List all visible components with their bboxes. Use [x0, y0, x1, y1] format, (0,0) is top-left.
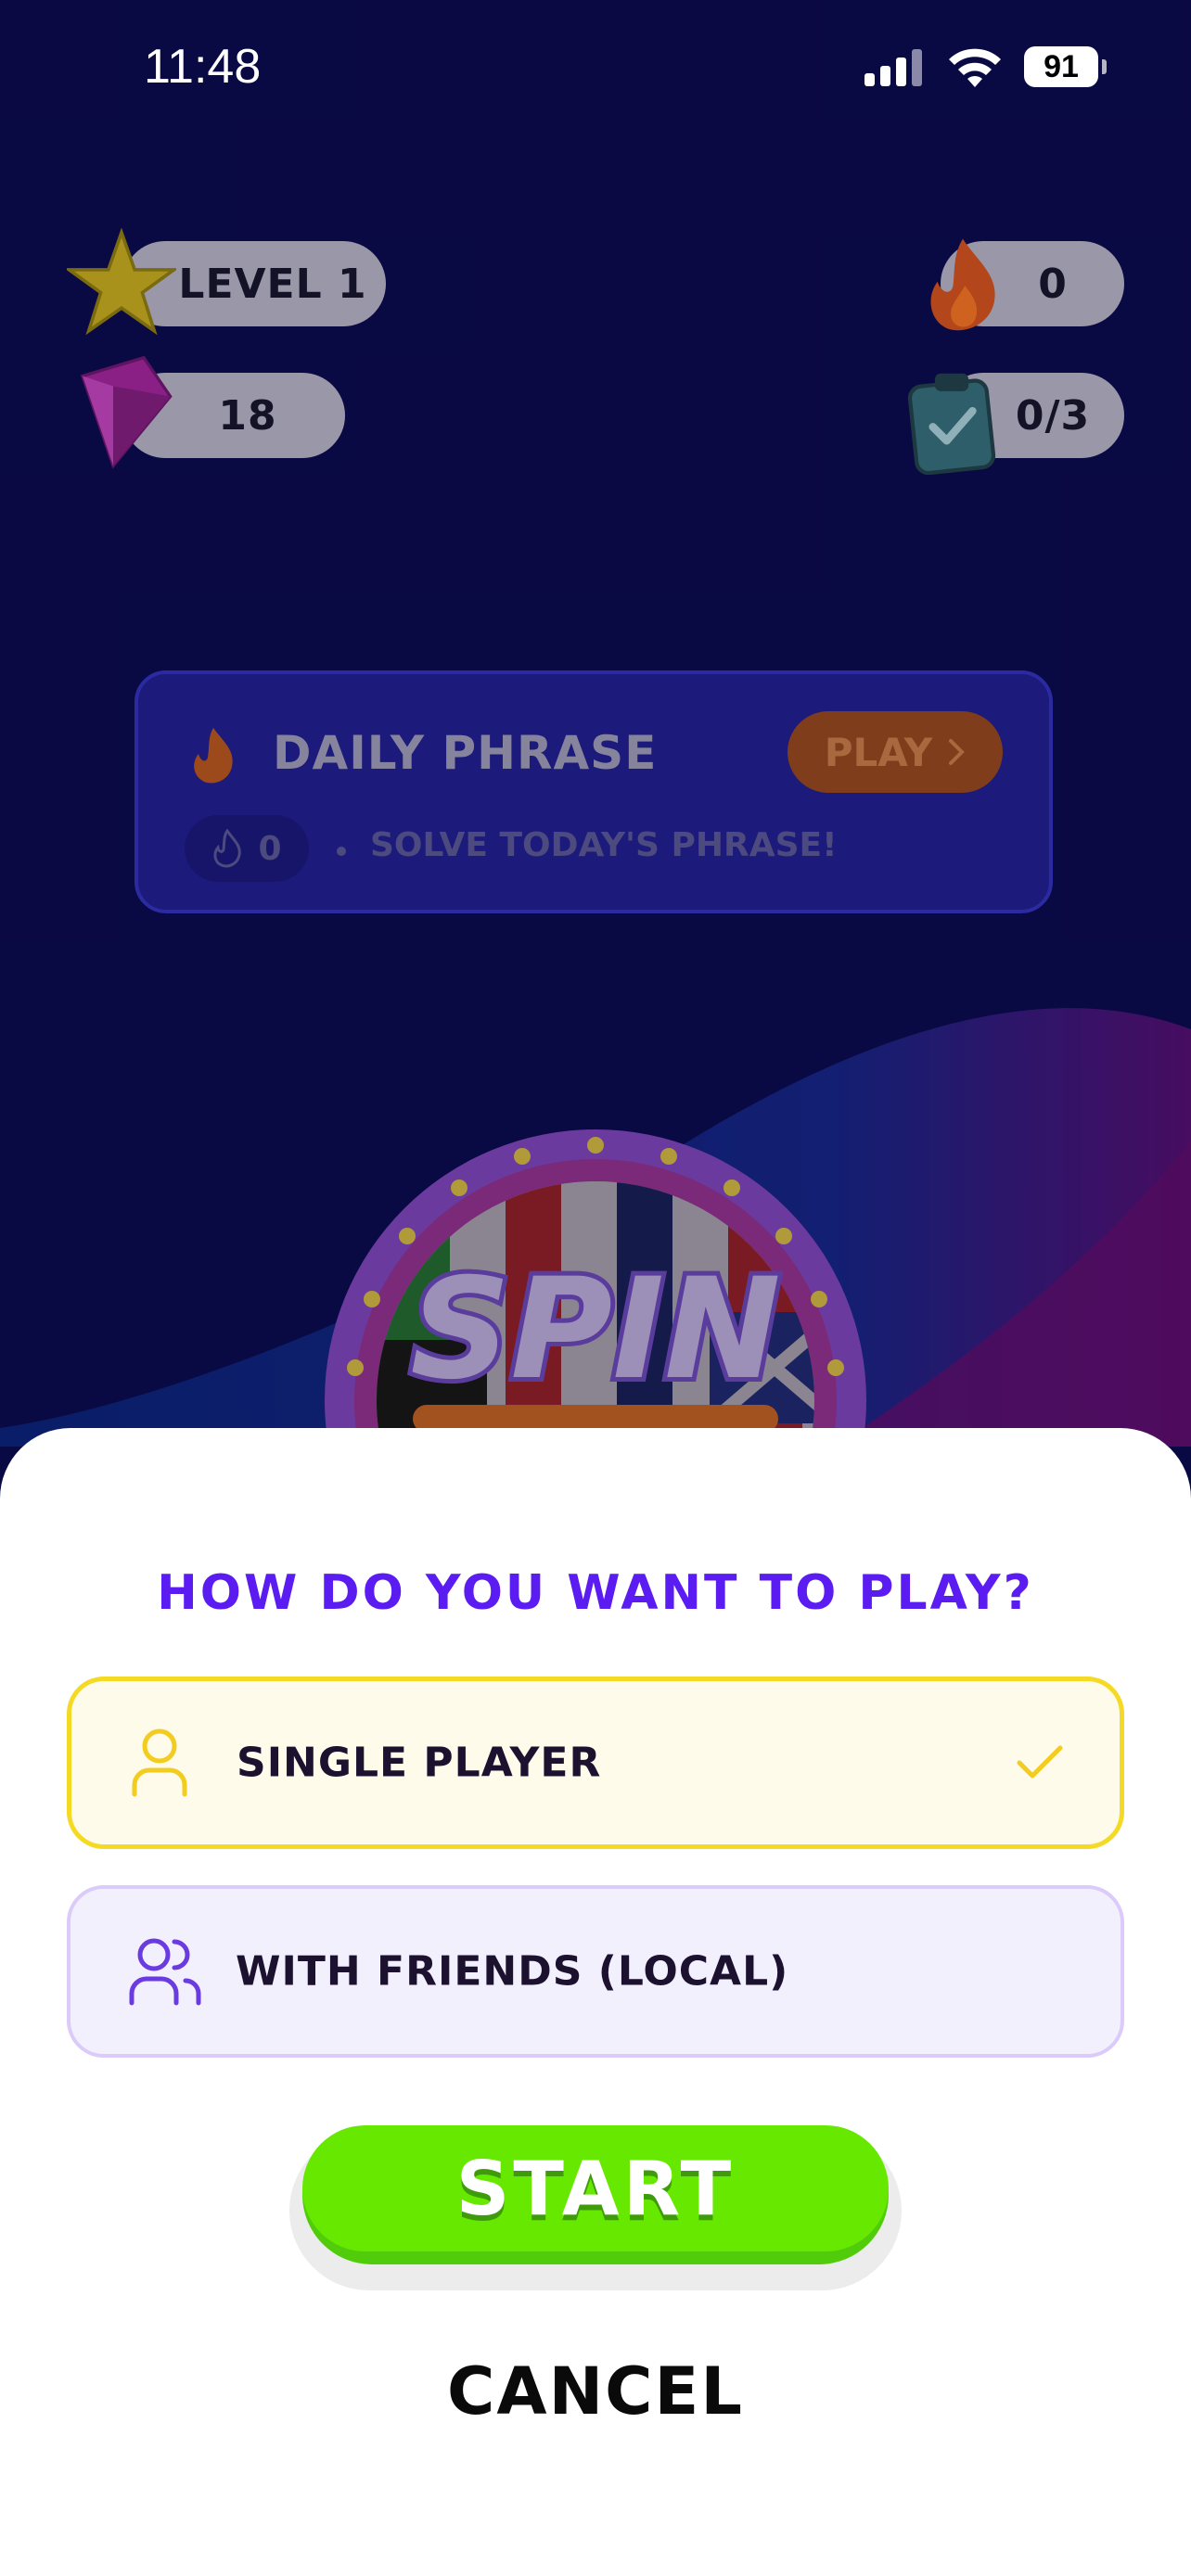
level-label: LEVEL 1: [178, 260, 367, 308]
daily-flame-icon: [194, 728, 233, 784]
option-with-friends[interactable]: WITH FRIENDS (LOCAL): [67, 1885, 1124, 2058]
streak-count: 0: [1038, 260, 1068, 308]
cancel-button[interactable]: CANCEL: [0, 2353, 1191, 2429]
daily-phrase-title: DAILY PHRASE: [273, 726, 658, 780]
check-icon: [1017, 1745, 1063, 1779]
wifi-icon: [949, 48, 1001, 87]
battery-indicator: 91: [1024, 46, 1107, 87]
play-mode-sheet: HOW DO YOU WANT TO PLAY? SINGLE PLAYER W…: [0, 1428, 1191, 2576]
spin-game-logo: SPIN: [325, 1129, 866, 1433]
clipboard-task-icon: [907, 373, 996, 475]
users-icon: [129, 1938, 201, 2006]
star-icon: [67, 228, 176, 336]
streak-outline-icon: [213, 829, 242, 868]
chevron-right-icon: [949, 739, 966, 765]
option-with-friends-label: WITH FRIENDS (LOCAL): [236, 1947, 789, 1996]
user-icon: [132, 1728, 187, 1797]
gems-count: 18: [218, 391, 277, 440]
daily-phrase-card[interactable]: DAILY PHRASE PLAY 0 SOLVE TODAY'S PHRASE…: [134, 670, 1053, 913]
start-button-label: START: [455, 2145, 736, 2232]
tasks-count: 0/3: [1015, 391, 1091, 440]
daily-phrase-subtitle: SOLVE TODAY'S PHRASE!: [370, 826, 838, 864]
separator-dot: [337, 847, 346, 856]
daily-play-button[interactable]: PLAY: [788, 711, 1003, 793]
daily-play-label: PLAY: [824, 729, 933, 775]
daily-streak-badge: 0: [185, 815, 309, 882]
start-button[interactable]: START: [302, 2125, 889, 2251]
option-single-player-label: SINGLE PLAYER: [237, 1739, 602, 1787]
flame-icon: [930, 238, 995, 331]
daily-streak-count: 0: [258, 829, 282, 868]
logo-word: SPIN: [410, 1249, 780, 1410]
option-single-player[interactable]: SINGLE PLAYER: [67, 1677, 1124, 1849]
modal-title: HOW DO YOU WANT TO PLAY?: [157, 1565, 1034, 1621]
cellular-signal-icon: [864, 49, 922, 86]
status-time: 11:48: [144, 40, 262, 94]
status-icons: 91: [864, 46, 1107, 87]
gem-icon: [80, 355, 173, 469]
